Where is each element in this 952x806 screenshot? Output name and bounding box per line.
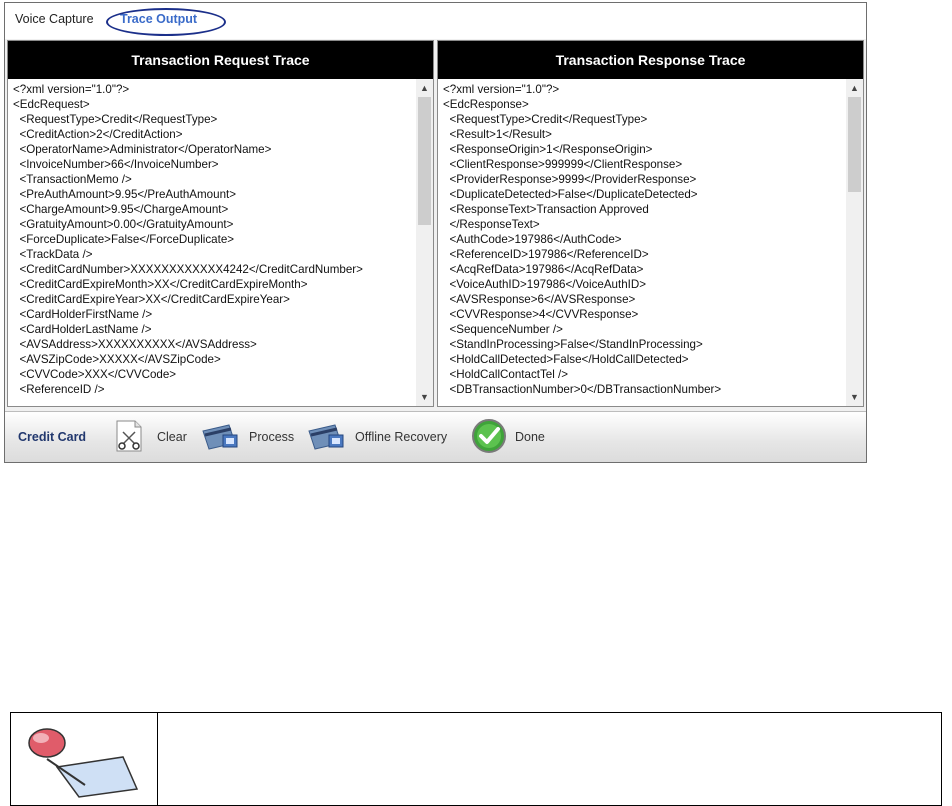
request-trace-textbox[interactable]: <?xml version="1.0"?> <EdcRequest> <Requ… [8, 79, 433, 406]
scroll-up-icon[interactable]: ▲ [416, 81, 433, 95]
request-trace-title: Transaction Request Trace [8, 41, 433, 79]
process-button[interactable]: Process [201, 412, 294, 462]
scroll-down-icon[interactable]: ▼ [416, 390, 433, 404]
note-box [10, 712, 942, 806]
credit-card-window: Voice Capture Trace Output Transaction R… [4, 2, 867, 463]
bottom-toolbar: Credit Card Clear Process Offline Recove… [5, 411, 866, 462]
response-trace-panel: Transaction Response Trace <?xml version… [437, 40, 864, 407]
offline-recovery-label: Offline Recovery [355, 430, 448, 444]
note-divider [157, 713, 158, 805]
request-scrollbar[interactable]: ▲ ▼ [416, 79, 433, 406]
card-process-icon [201, 421, 241, 454]
pushpin-note-icon [27, 719, 145, 804]
card-offline-icon [307, 421, 347, 454]
checkmark-icon [471, 418, 507, 457]
clear-label: Clear [157, 430, 187, 444]
process-label: Process [249, 430, 295, 444]
tab-voice-capture[interactable]: Voice Capture [15, 12, 94, 26]
tab-bar: Voice Capture Trace Output [5, 3, 866, 39]
response-scrollbar[interactable]: ▲ ▼ [846, 79, 863, 406]
done-button[interactable]: Done [471, 412, 545, 462]
done-label: Done [515, 430, 545, 444]
scroll-thumb[interactable] [848, 97, 861, 192]
scroll-thumb[interactable] [418, 97, 431, 225]
clear-button[interactable]: Clear [109, 412, 187, 462]
scroll-down-icon[interactable]: ▼ [846, 390, 863, 404]
response-trace-title: Transaction Response Trace [438, 41, 863, 79]
offline-recovery-button[interactable]: Offline Recovery [307, 412, 447, 462]
response-xml-text[interactable]: <?xml version="1.0"?> <EdcResponse> <Req… [438, 79, 863, 397]
scroll-up-icon[interactable]: ▲ [846, 81, 863, 95]
toolbar-title: Credit Card [18, 430, 87, 444]
scissors-clipboard-icon [109, 418, 149, 457]
response-trace-textbox[interactable]: <?xml version="1.0"?> <EdcResponse> <Req… [438, 79, 863, 406]
highlight-oval [106, 8, 226, 36]
request-xml-text[interactable]: <?xml version="1.0"?> <EdcRequest> <Requ… [8, 79, 433, 397]
request-trace-panel: Transaction Request Trace <?xml version=… [7, 40, 434, 407]
